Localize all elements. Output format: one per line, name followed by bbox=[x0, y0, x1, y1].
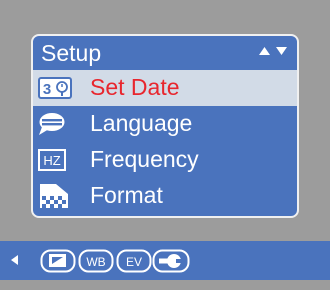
setup-wrench-icon[interactable] bbox=[152, 249, 190, 273]
memory-card-format-icon bbox=[38, 184, 72, 208]
menu-item-label: Format bbox=[90, 182, 163, 208]
menu-item-label: Frequency bbox=[90, 146, 199, 172]
speech-bubble-icon bbox=[38, 112, 72, 136]
scroll-indicator bbox=[253, 47, 287, 65]
menu-item-label: Language bbox=[90, 110, 193, 136]
menu-item-frequency[interactable]: HZ Frequency bbox=[33, 142, 297, 178]
hz-badge: HZ bbox=[43, 153, 60, 168]
menu-item-set-date[interactable]: 3 Set Date bbox=[33, 70, 297, 106]
scroll-up-icon[interactable] bbox=[259, 47, 270, 55]
scroll-down-icon[interactable] bbox=[276, 47, 287, 55]
exposure-value-label: EV bbox=[126, 255, 142, 269]
image-size-icon[interactable] bbox=[40, 249, 76, 273]
calendar-clock-icon: 3 bbox=[38, 76, 72, 100]
white-balance-label: WB bbox=[86, 255, 105, 269]
left-arrow-icon[interactable] bbox=[11, 255, 18, 265]
menu-header: Setup bbox=[33, 36, 297, 70]
calendar-badge: 3 bbox=[43, 81, 51, 98]
exposure-value-icon[interactable]: EV bbox=[116, 249, 152, 273]
white-balance-icon[interactable]: WB bbox=[78, 249, 114, 273]
menu-title: Setup bbox=[41, 40, 102, 66]
menu-item-label: Set Date bbox=[90, 74, 180, 100]
mode-bar: WB EV bbox=[0, 241, 330, 280]
menu-item-language[interactable]: Language bbox=[33, 106, 297, 142]
hz-icon: HZ bbox=[38, 148, 72, 172]
menu-item-format[interactable]: Format bbox=[33, 178, 297, 214]
setup-menu-panel: Setup 3 Set Date Language HZ Frequency F… bbox=[31, 34, 299, 218]
